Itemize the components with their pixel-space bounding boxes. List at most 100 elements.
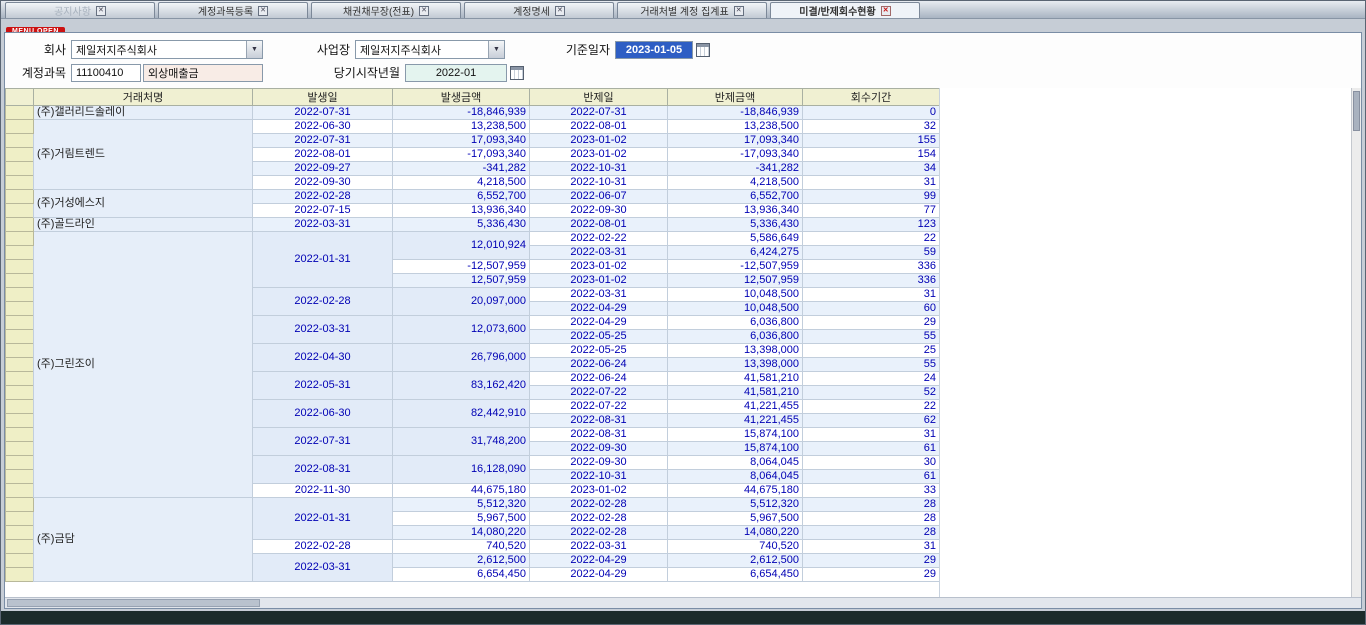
cell-occurrence-date[interactable]: 2022-08-31 <box>253 456 393 484</box>
cell-settlement-amount[interactable]: 740,520 <box>668 540 803 554</box>
cell-settlement-date[interactable]: 2022-04-29 <box>530 302 668 316</box>
cell-settlement-amount[interactable]: 2,612,500 <box>668 554 803 568</box>
cell-settlement-date[interactable]: 2022-04-29 <box>530 316 668 330</box>
cell-settlement-amount[interactable]: 17,093,340 <box>668 134 803 148</box>
cell-collection-days[interactable]: 25 <box>803 344 940 358</box>
tab-close-icon[interactable]: ✕ <box>96 6 106 16</box>
row-indicator[interactable] <box>6 512 34 526</box>
cell-collection-days[interactable]: 28 <box>803 498 940 512</box>
cell-occurrence-amount[interactable]: 44,675,180 <box>393 484 530 498</box>
row-indicator[interactable] <box>6 302 34 316</box>
cell-collection-days[interactable]: 31 <box>803 540 940 554</box>
cell-settlement-date[interactable]: 2022-03-31 <box>530 246 668 260</box>
cell-collection-days[interactable]: 0 <box>803 106 940 120</box>
row-indicator[interactable] <box>6 148 34 162</box>
cell-collection-days[interactable]: 34 <box>803 162 940 176</box>
cell-settlement-amount[interactable]: 5,512,320 <box>668 498 803 512</box>
row-indicator[interactable] <box>6 442 34 456</box>
cell-settlement-amount[interactable]: 44,675,180 <box>668 484 803 498</box>
cell-occurrence-date[interactable]: 2022-07-31 <box>253 428 393 456</box>
cell-settlement-amount[interactable]: -18,846,939 <box>668 106 803 120</box>
tab-close-icon[interactable]: ✕ <box>555 6 565 16</box>
cell-settlement-date[interactable]: 2022-08-31 <box>530 428 668 442</box>
cell-settlement-date[interactable]: 2022-10-31 <box>530 470 668 484</box>
cell-collection-days[interactable]: 61 <box>803 442 940 456</box>
cell-settlement-amount[interactable]: 5,967,500 <box>668 512 803 526</box>
cell-settlement-date[interactable]: 2022-06-24 <box>530 358 668 372</box>
cell-collection-days[interactable]: 60 <box>803 302 940 316</box>
row-indicator[interactable] <box>6 400 34 414</box>
tab-notice[interactable]: 공지사항 ✕ <box>5 2 155 18</box>
row-indicator[interactable] <box>6 260 34 274</box>
row-indicator[interactable] <box>6 176 34 190</box>
cell-collection-days[interactable]: 123 <box>803 218 940 232</box>
cell-settlement-amount[interactable]: 13,398,000 <box>668 344 803 358</box>
cell-settlement-amount[interactable]: 10,048,500 <box>668 302 803 316</box>
cell-customer-name[interactable]: (주)그린조이 <box>34 232 253 498</box>
cell-collection-days[interactable]: 28 <box>803 526 940 540</box>
cell-settlement-date[interactable]: 2022-08-31 <box>530 414 668 428</box>
cell-settlement-amount[interactable]: 6,036,800 <box>668 330 803 344</box>
cell-collection-days[interactable]: 336 <box>803 260 940 274</box>
cell-settlement-amount[interactable]: -341,282 <box>668 162 803 176</box>
cell-settlement-amount[interactable]: 13,398,000 <box>668 358 803 372</box>
row-indicator[interactable] <box>6 330 34 344</box>
header-settlement-amount[interactable]: 반제금액 <box>668 89 803 106</box>
cell-occurrence-amount[interactable]: 17,093,340 <box>393 134 530 148</box>
row-indicator[interactable] <box>6 344 34 358</box>
cell-occurrence-date[interactable]: 2022-06-30 <box>253 120 393 134</box>
cell-occurrence-date[interactable]: 2022-07-15 <box>253 204 393 218</box>
tab-close-icon[interactable]: ✕ <box>881 6 891 16</box>
cell-occurrence-date[interactable]: 2022-05-31 <box>253 372 393 400</box>
row-indicator[interactable] <box>6 204 34 218</box>
base-date-input[interactable]: 2023-01-05 <box>615 41 693 59</box>
period-input[interactable]: 2022-01 <box>405 64 507 82</box>
cell-settlement-amount[interactable]: 41,581,210 <box>668 372 803 386</box>
cell-customer-name[interactable]: (주)골드라인 <box>34 218 253 232</box>
cell-occurrence-amount[interactable]: 14,080,220 <box>393 526 530 540</box>
row-indicator[interactable] <box>6 190 34 204</box>
cell-settlement-amount[interactable]: 6,424,275 <box>668 246 803 260</box>
cell-collection-days[interactable]: 155 <box>803 134 940 148</box>
cell-settlement-date[interactable]: 2022-10-31 <box>530 176 668 190</box>
cell-collection-days[interactable]: 30 <box>803 456 940 470</box>
cell-occurrence-date[interactable]: 2022-07-31 <box>253 106 393 120</box>
cell-collection-days[interactable]: 154 <box>803 148 940 162</box>
cell-settlement-amount[interactable]: 14,080,220 <box>668 526 803 540</box>
row-indicator[interactable] <box>6 428 34 442</box>
cell-collection-days[interactable]: 55 <box>803 358 940 372</box>
calendar-icon[interactable] <box>510 66 524 80</box>
row-indicator[interactable] <box>6 106 34 120</box>
cell-occurrence-date[interactable]: 2022-02-28 <box>253 190 393 204</box>
cell-settlement-amount[interactable]: -12,507,959 <box>668 260 803 274</box>
cell-occurrence-amount[interactable]: 6,552,700 <box>393 190 530 204</box>
cell-collection-days[interactable]: 336 <box>803 274 940 288</box>
cell-settlement-date[interactable]: 2022-10-31 <box>530 162 668 176</box>
chevron-down-icon[interactable]: ▼ <box>488 41 504 58</box>
tab-receivable-ledger[interactable]: 채권채무장(전표) ✕ <box>311 2 461 18</box>
header-customer-name[interactable]: 거래처명 <box>34 89 253 106</box>
cell-occurrence-amount[interactable]: -18,846,939 <box>393 106 530 120</box>
row-indicator[interactable] <box>6 358 34 372</box>
cell-collection-days[interactable]: 77 <box>803 204 940 218</box>
row-indicator[interactable] <box>6 246 34 260</box>
cell-customer-name[interactable]: (주)거성에스지 <box>34 190 253 218</box>
cell-settlement-date[interactable]: 2022-05-25 <box>530 344 668 358</box>
cell-collection-days[interactable]: 55 <box>803 330 940 344</box>
row-indicator[interactable] <box>6 484 34 498</box>
row-indicator[interactable] <box>6 218 34 232</box>
cell-settlement-date[interactable]: 2023-01-02 <box>530 134 668 148</box>
cell-settlement-date[interactable]: 2023-01-02 <box>530 260 668 274</box>
cell-collection-days[interactable]: 24 <box>803 372 940 386</box>
row-indicator[interactable] <box>6 134 34 148</box>
cell-collection-days[interactable]: 22 <box>803 400 940 414</box>
horizontal-scrollbar[interactable] <box>5 597 1361 608</box>
cell-customer-name[interactable]: (주)금담 <box>34 498 253 582</box>
cell-settlement-date[interactable]: 2022-07-31 <box>530 106 668 120</box>
cell-settlement-date[interactable]: 2023-01-02 <box>530 484 668 498</box>
row-indicator[interactable] <box>6 274 34 288</box>
cell-collection-days[interactable]: 31 <box>803 176 940 190</box>
cell-occurrence-amount[interactable]: 13,936,340 <box>393 204 530 218</box>
cell-customer-name[interactable]: (주)갤러리드솔레이 <box>34 106 253 120</box>
site-select[interactable]: 제일저지주식회사 ▼ <box>355 40 505 59</box>
